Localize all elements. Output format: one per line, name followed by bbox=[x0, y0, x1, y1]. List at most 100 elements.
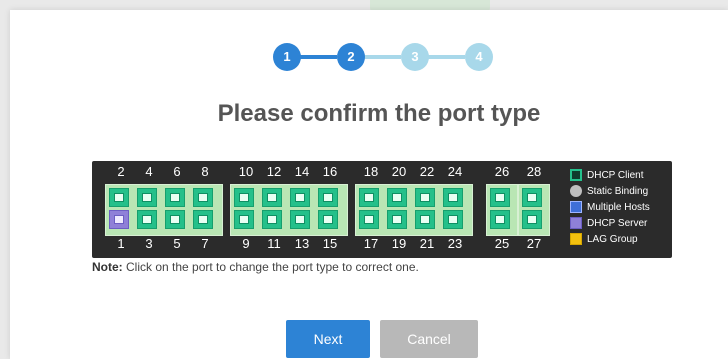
static-binding-icon bbox=[570, 185, 582, 197]
port-icon bbox=[142, 215, 152, 224]
top-port-number: 10 bbox=[238, 164, 254, 179]
note-text: Click on the port to change the port typ… bbox=[122, 260, 419, 274]
top-port-number: 18 bbox=[363, 164, 379, 179]
bottom-port-number: 7 bbox=[201, 236, 209, 251]
port-icon bbox=[392, 193, 402, 202]
bottom-port-number: 11 bbox=[267, 236, 281, 251]
switch-port[interactable] bbox=[290, 210, 310, 229]
top-port-number: 6 bbox=[173, 164, 181, 179]
switch-port[interactable] bbox=[415, 210, 435, 229]
switch-panel: 2 1 4 3 6 5 8 7 10 9 12 11 14 13 16 15 18 17 20 19 22 21 24 23 2… bbox=[92, 161, 672, 258]
bottom-port-number: 19 bbox=[391, 236, 407, 251]
port-type-dialog: 1 2 3 4 Please confirm the port type 214… bbox=[10, 10, 728, 359]
switch-port[interactable] bbox=[290, 188, 310, 207]
port-icon bbox=[239, 193, 249, 202]
bottom-port-number: 9 bbox=[242, 236, 250, 251]
port-icon bbox=[495, 215, 505, 224]
switch-port[interactable] bbox=[109, 210, 129, 229]
top-port-number: 22 bbox=[419, 164, 435, 179]
legend-label-multiple-hosts: Multiple Hosts bbox=[587, 201, 650, 213]
legend-item-static-binding: Static Binding bbox=[570, 184, 648, 198]
bottom-port-number: 13 bbox=[294, 236, 310, 251]
switch-port[interactable] bbox=[522, 188, 542, 207]
legend-label-dhcp-server: DHCP Server bbox=[587, 217, 648, 229]
wizard-steps: 1 2 3 4 bbox=[273, 43, 497, 71]
top-port-number: 12 bbox=[266, 164, 282, 179]
top-port-number: 16 bbox=[322, 164, 338, 179]
switch-port[interactable] bbox=[193, 188, 213, 207]
port-icon bbox=[392, 215, 402, 224]
legend-item-dhcp-client: DHCP Client bbox=[570, 168, 644, 182]
port-icon bbox=[527, 215, 537, 224]
port-icon bbox=[448, 215, 458, 224]
top-port-number: 4 bbox=[145, 164, 153, 179]
switch-port[interactable] bbox=[490, 210, 510, 229]
cancel-button[interactable]: Cancel bbox=[380, 320, 478, 358]
port-icon bbox=[114, 215, 124, 224]
bottom-port-number: 1 bbox=[117, 236, 125, 251]
switch-port[interactable] bbox=[359, 210, 379, 229]
port-icon bbox=[267, 215, 277, 224]
switch-port[interactable] bbox=[387, 210, 407, 229]
switch-port[interactable] bbox=[137, 210, 157, 229]
switch-port[interactable] bbox=[359, 188, 379, 207]
port-icon bbox=[239, 215, 249, 224]
port-icon bbox=[198, 215, 208, 224]
step-1: 1 bbox=[273, 43, 301, 71]
legend-label-static-binding: Static Binding bbox=[587, 185, 649, 197]
top-port-number: 24 bbox=[447, 164, 463, 179]
switch-port[interactable] bbox=[262, 188, 282, 207]
port-icon bbox=[323, 215, 333, 224]
switch-port[interactable] bbox=[387, 188, 407, 207]
switch-port[interactable] bbox=[234, 210, 254, 229]
switch-port[interactable] bbox=[165, 188, 185, 207]
switch-port[interactable] bbox=[137, 188, 157, 207]
switch-port[interactable] bbox=[109, 188, 129, 207]
step-connector-3 bbox=[423, 55, 465, 59]
port-icon bbox=[295, 215, 305, 224]
port-icon bbox=[448, 193, 458, 202]
port-icon bbox=[420, 193, 430, 202]
switch-port[interactable] bbox=[318, 188, 338, 207]
legend-label-dhcp-client: DHCP Client bbox=[587, 169, 644, 181]
switch-port[interactable] bbox=[522, 210, 542, 229]
switch-port[interactable] bbox=[318, 210, 338, 229]
dhcp-server-icon bbox=[570, 217, 582, 229]
switch-port[interactable] bbox=[234, 188, 254, 207]
page: 1 2 3 4 Please confirm the port type 214… bbox=[0, 0, 728, 359]
top-port-number: 14 bbox=[294, 164, 310, 179]
next-button[interactable]: Next bbox=[286, 320, 370, 358]
bottom-port-number: 5 bbox=[173, 236, 181, 251]
switch-port[interactable] bbox=[193, 210, 213, 229]
switch-port[interactable] bbox=[415, 188, 435, 207]
step-connector-1 bbox=[295, 55, 337, 59]
bottom-port-number: 15 bbox=[322, 236, 338, 251]
port-icon bbox=[364, 215, 374, 224]
switch-port[interactable] bbox=[165, 210, 185, 229]
switch-port[interactable] bbox=[262, 210, 282, 229]
step-2: 2 bbox=[337, 43, 365, 71]
step-4: 4 bbox=[465, 43, 493, 71]
step-connector-2 bbox=[359, 55, 401, 59]
switch-port[interactable] bbox=[443, 210, 463, 229]
port-icon bbox=[527, 193, 537, 202]
bottom-port-number: 17 bbox=[363, 236, 379, 251]
top-port-number: 8 bbox=[201, 164, 209, 179]
dhcp-client-icon bbox=[570, 169, 582, 181]
legend-item-dhcp-server: DHCP Server bbox=[570, 216, 647, 230]
top-port-number: 20 bbox=[391, 164, 407, 179]
top-port-number: 26 bbox=[494, 164, 510, 179]
switch-port[interactable] bbox=[443, 188, 463, 207]
multiple-hosts-icon bbox=[570, 201, 582, 213]
port-icon bbox=[142, 193, 152, 202]
port-icon bbox=[267, 193, 277, 202]
switch-port[interactable] bbox=[490, 188, 510, 207]
legend-label-lag-group: LAG Group bbox=[587, 233, 638, 245]
bottom-port-number: 21 bbox=[419, 236, 435, 251]
bottom-port-number: 27 bbox=[526, 236, 542, 251]
bottom-port-number: 25 bbox=[494, 236, 510, 251]
port-icon bbox=[170, 215, 180, 224]
port-icon bbox=[420, 215, 430, 224]
bottom-port-number: 3 bbox=[145, 236, 153, 251]
port-icon bbox=[495, 193, 505, 202]
